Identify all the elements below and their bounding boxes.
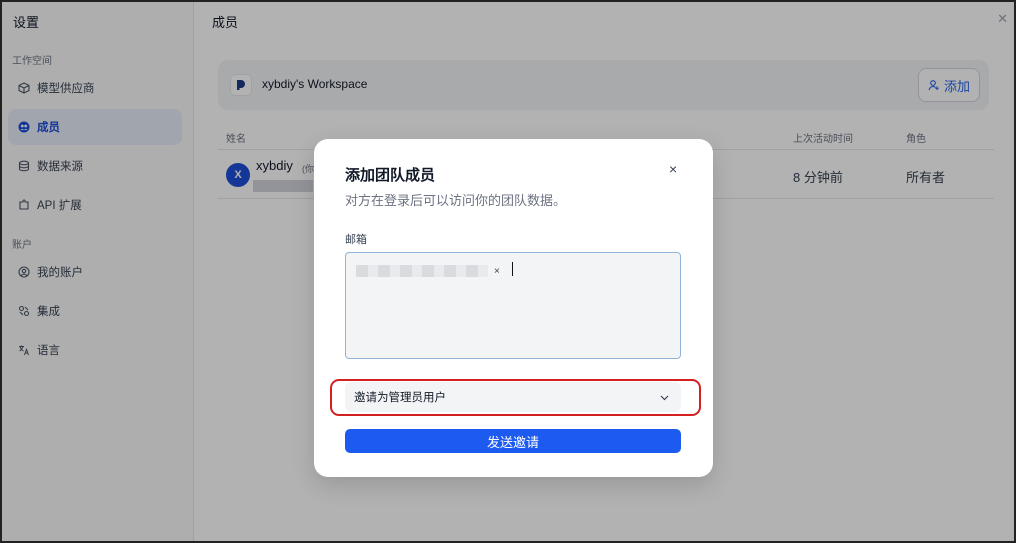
email-input[interactable]: ×: [345, 252, 681, 359]
dialog-close-icon[interactable]: ×: [669, 161, 677, 177]
highlight-annotation: [330, 379, 701, 416]
email-chip: ×: [356, 263, 500, 279]
send-invite-button[interactable]: 发送邀请: [345, 429, 681, 453]
text-caret: [512, 262, 513, 276]
dialog-title: 添加团队成员: [345, 167, 436, 184]
email-label: 邮箱: [345, 234, 367, 246]
chip-remove-icon[interactable]: ×: [494, 266, 500, 277]
email-chip-redacted: [356, 265, 488, 277]
add-member-dialog: 添加团队成员 × 对方在登录后可以访问你的团队数据。 邮箱 × 邀请为管理员用户…: [314, 139, 713, 477]
dialog-subtitle: 对方在登录后可以访问你的团队数据。: [345, 193, 567, 208]
